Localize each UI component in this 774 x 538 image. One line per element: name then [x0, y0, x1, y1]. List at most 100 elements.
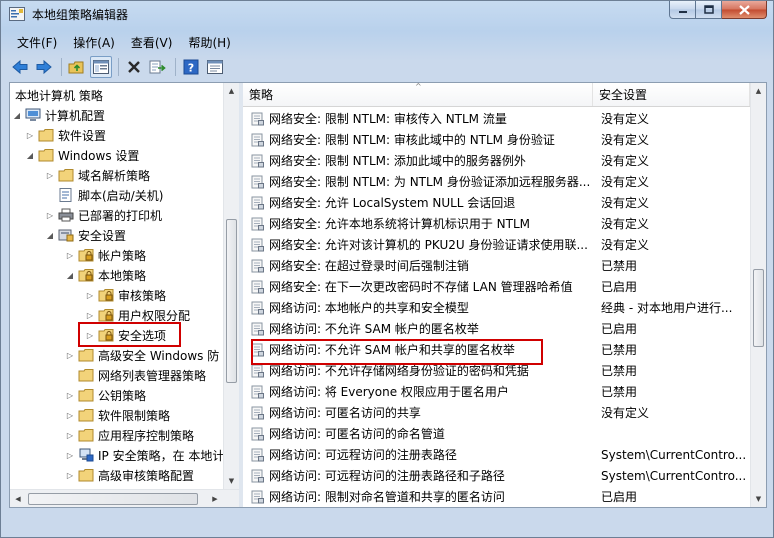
collapsed-arrow-icon[interactable]: ▷ — [65, 470, 75, 480]
main-window: 本地组策略编辑器 文件(F) 操作(A) 查看(V) 帮助(H) ? 本地计算机… — [0, 0, 774, 538]
tree-hscroll-thumb[interactable] — [28, 493, 198, 505]
up-folder-icon — [68, 61, 84, 74]
menu-file[interactable]: 文件(F) — [9, 32, 65, 52]
policy-setting-icon — [251, 322, 264, 335]
collapsed-arrow-icon[interactable]: ▷ — [65, 430, 75, 440]
collapsed-arrow-icon[interactable]: ▷ — [45, 210, 55, 220]
tree-item-label: 应用程序控制策略 — [98, 428, 195, 443]
up-one-level-button[interactable] — [66, 56, 88, 78]
show-hide-tree-button[interactable] — [90, 56, 112, 78]
expanded-arrow-icon[interactable]: ◢ — [45, 230, 55, 240]
collapsed-arrow-icon[interactable]: ▷ — [65, 410, 75, 420]
collapsed-arrow-icon[interactable]: ▷ — [85, 290, 95, 300]
folder-icon — [38, 129, 54, 142]
table-row[interactable]: 网络安全: 允许对该计算机的 PKU2U 身份验证请求使用联... 没有定义 — [243, 234, 750, 255]
table-row[interactable]: 网络安全: 允许本地系统将计算机标识用于 NTLM 没有定义 — [243, 213, 750, 234]
column-header-label: 安全设置 — [599, 88, 648, 102]
expanded-arrow-icon[interactable]: ◢ — [25, 150, 35, 160]
tree-item-computer-config[interactable]: ◢ 计算机配置 — [12, 105, 105, 125]
table-row[interactable]: 网络访问: 限制对命名管道和共享的匿名访问 已启用 — [243, 486, 750, 507]
minimize-button[interactable] — [669, 1, 696, 19]
tree-scroll-thumb[interactable] — [226, 219, 237, 383]
table-row[interactable]: 网络访问: 本地帐户的共享和安全模型 经典 - 对本地用户进行... — [243, 297, 750, 318]
tree-item-network-list-manager[interactable]: 网络列表管理器策略 — [78, 365, 206, 385]
policy-cell: 网络安全: 限制 NTLM: 审核传入 NTLM 流量 — [243, 110, 593, 127]
collapsed-arrow-icon[interactable]: ▷ — [45, 170, 55, 180]
table-row[interactable]: 网络安全: 在超过登录时间后强制注销 已禁用 — [243, 255, 750, 276]
tree-item-local-computer-policy[interactable]: 本地计算机 策略 — [15, 85, 103, 105]
tree-item-name-resolution-policy[interactable]: ▷ 域名解析策略 — [45, 165, 150, 185]
table-row[interactable]: 网络访问: 将 Everyone 权限应用于匿名用户 已禁用 — [243, 381, 750, 402]
tree-item-local-policies[interactable]: ◢ 本地策略 — [65, 265, 146, 285]
table-row[interactable]: 网络安全: 限制 NTLM: 为 NTLM 身份验证添加远程服务器... 没有定… — [243, 171, 750, 192]
table-row[interactable]: 网络安全: 限制 NTLM: 审核传入 NTLM 流量 没有定义 — [243, 108, 750, 129]
column-header-security-setting[interactable]: 安全设置 — [593, 83, 750, 106]
collapsed-arrow-icon[interactable]: ▷ — [65, 390, 75, 400]
collapsed-arrow-icon[interactable]: ▷ — [65, 450, 75, 460]
table-row[interactable]: 网络安全: 允许 LocalSystem NULL 会话回退 没有定义 — [243, 192, 750, 213]
policy-setting-icon — [251, 217, 264, 230]
tree-vertical-scrollbar[interactable]: ▲ ▼ — [223, 83, 239, 489]
table-row[interactable]: 网络访问: 可匿名访问的命名管道 — [243, 423, 750, 444]
tree-item-windows-settings[interactable]: ◢ Windows 设置 — [25, 145, 139, 165]
tree-item-advanced-audit[interactable]: ▷ 高级审核策略配置 — [65, 465, 194, 485]
collapsed-arrow-icon[interactable]: ▷ — [85, 310, 95, 320]
collapsed-arrow-icon[interactable]: ▷ — [25, 130, 35, 140]
delete-button[interactable] — [123, 56, 145, 78]
expanded-arrow-icon[interactable]: ◢ — [12, 110, 22, 120]
tree-item-label: 本地计算机 策略 — [15, 88, 103, 103]
forward-button[interactable] — [33, 56, 55, 78]
folder-icon — [78, 429, 94, 442]
expanded-arrow-icon[interactable]: ◢ — [65, 270, 75, 280]
collapsed-arrow-icon[interactable]: ▷ — [65, 250, 75, 260]
security-setting-value: 没有定义 — [601, 175, 650, 189]
tree-item-application-control[interactable]: ▷ 应用程序控制策略 — [65, 425, 194, 445]
maximize-button[interactable] — [696, 1, 722, 19]
tree-item-software-settings[interactable]: ▷ 软件设置 — [25, 125, 106, 145]
table-row[interactable]: 网络安全: 在下一次更改密码时不存储 LAN 管理器哈希值 已启用 — [243, 276, 750, 297]
title-bar[interactable]: 本地组策略编辑器 — [1, 1, 773, 27]
column-header-policy[interactable]: ^ 策略 — [243, 83, 593, 106]
scroll-left-arrow-icon[interactable]: ◀ — [10, 491, 26, 507]
table-row[interactable]: 网络访问: 不允许 SAM 帐户的匿名枚举 已启用 — [243, 318, 750, 339]
maximize-icon — [703, 5, 714, 14]
tree-item-deployed-printers[interactable]: ▷ 已部署的打印机 — [45, 205, 162, 225]
tree-item-windows-firewall[interactable]: ▷ 高级安全 Windows 防 — [65, 345, 219, 365]
folder-icon — [78, 409, 94, 422]
tree-horizontal-scrollbar[interactable]: ◀ ▶ — [10, 489, 239, 507]
properties-button[interactable] — [204, 56, 226, 78]
tree-item-software-restriction[interactable]: ▷ 软件限制策略 — [65, 405, 170, 425]
scroll-down-arrow-icon[interactable]: ▼ — [751, 491, 766, 507]
tree-item-audit-policy[interactable]: ▷ 审核策略 — [85, 285, 166, 305]
scroll-up-arrow-icon[interactable]: ▲ — [224, 83, 239, 99]
back-button[interactable] — [9, 56, 31, 78]
menu-help[interactable]: 帮助(H) — [180, 32, 238, 52]
tree-item-security-settings[interactable]: ◢ 安全设置 — [45, 225, 126, 245]
scroll-up-arrow-icon[interactable]: ▲ — [751, 83, 766, 99]
collapsed-arrow-icon[interactable]: ▷ — [65, 350, 75, 360]
table-row[interactable]: 网络访问: 可匿名访问的共享 没有定义 — [243, 402, 750, 423]
tree-item-ip-security[interactable]: ▷ IP 安全策略，在 本地计 — [65, 445, 224, 465]
tree-item-account-policies[interactable]: ▷ 帐户策略 — [65, 245, 146, 265]
tree-item-scripts[interactable]: 脚本(启动/关机) — [58, 185, 163, 205]
tree-item-label: 软件设置 — [58, 128, 107, 143]
menu-action[interactable]: 操作(A) — [65, 32, 123, 52]
help-button[interactable]: ? — [180, 56, 202, 78]
tree-item-public-key-policies[interactable]: ▷ 公钥策略 — [65, 385, 146, 405]
folder-icon — [78, 469, 94, 482]
policy-setting-icon — [251, 280, 264, 293]
export-list-button[interactable] — [147, 56, 169, 78]
scroll-right-arrow-icon[interactable]: ▶ — [207, 491, 223, 507]
menu-view[interactable]: 查看(V) — [123, 32, 181, 52]
table-row[interactable]: 网络安全: 限制 NTLM: 审核此域中的 NTLM 身份验证 没有定义 — [243, 129, 750, 150]
table-row[interactable]: 网络安全: 限制 NTLM: 添加此域中的服务器例外 没有定义 — [243, 150, 750, 171]
policy-name: 网络访问: 可远程访问的注册表路径和子路径 — [269, 469, 505, 483]
list-vertical-scrollbar[interactable]: ▲ ▼ — [750, 83, 766, 507]
table-row[interactable]: 网络访问: 可远程访问的注册表路径和子路径 System\CurrentCont… — [243, 465, 750, 486]
table-row[interactable]: 网络访问: 可远程访问的注册表路径 System\CurrentContro..… — [243, 444, 750, 465]
security-settings-icon — [58, 229, 74, 242]
close-button[interactable] — [722, 1, 767, 19]
list-scroll-thumb[interactable] — [753, 269, 764, 347]
scroll-down-arrow-icon[interactable]: ▼ — [224, 473, 239, 489]
policy-setting-icon — [251, 238, 264, 251]
